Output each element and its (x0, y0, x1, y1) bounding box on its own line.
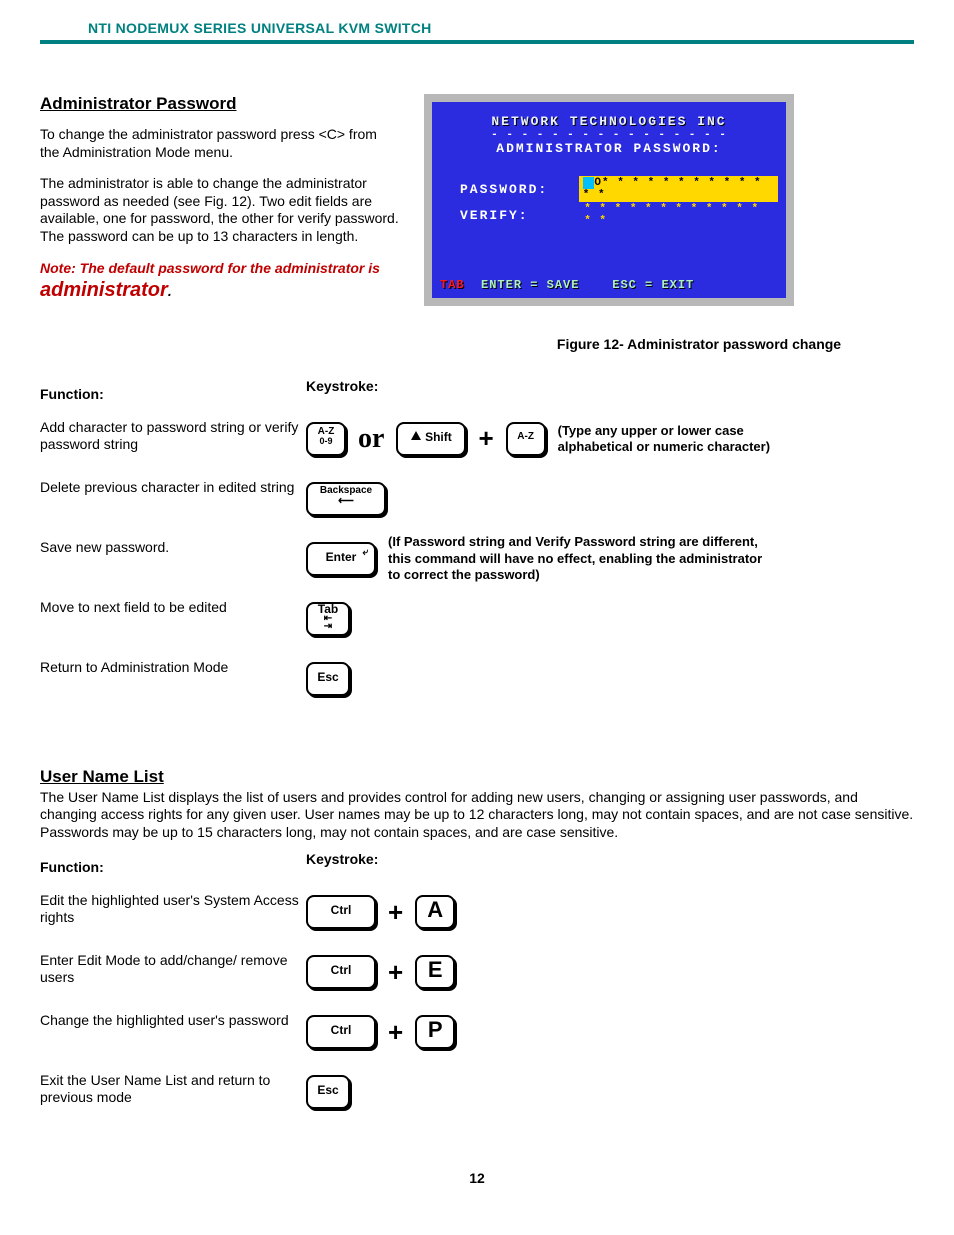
s2-func-3: Change the highlighted user's password (40, 1004, 306, 1060)
scr-verify-label: VERIFY: (460, 208, 580, 223)
s2-func-1: Edit the highlighted user's System Acces… (40, 884, 306, 940)
s1-func-3: Save new password. (40, 531, 306, 587)
scr-password-field: O* * * * * * * * * * * * * (579, 176, 778, 202)
key-az09: A-Z0-9 (306, 422, 346, 456)
page-header: NTI NODEMUX SERIES UNIVERSAL KVM SWITCH (40, 10, 914, 44)
s1-func-5: Return to Administration Mode (40, 651, 306, 707)
s1-func-1: Add character to password string or veri… (40, 411, 306, 467)
key-enter: Enter ⤶ (306, 542, 376, 576)
keystroke-heading: Keystroke: (306, 378, 914, 403)
key-a: A (415, 895, 455, 929)
s2-func-2: Enter Edit Mode to add/change/ remove us… (40, 944, 306, 1000)
s1-note-1: (Type any upper or lower case alphabetic… (558, 423, 818, 456)
screenshot-figure: NETWORK TECHNOLOGIES INC - - - - - - - -… (424, 94, 794, 306)
scr-footer-save: ENTER = SAVE (481, 278, 579, 292)
scr-footer-tab: TAB (440, 278, 465, 292)
admin-password-p2: The administrator is able to change the … (40, 175, 400, 245)
key-tab: Tab ⇤⇥ (306, 602, 350, 636)
key-ctrl-3: Ctrl (306, 1015, 376, 1049)
default-password-note: Note: The default password for the admin… (40, 259, 400, 303)
function-heading-2: Function: (40, 851, 306, 876)
key-esc-2: Esc (306, 1075, 350, 1109)
s2-func-4: Exit the User Name List and return to pr… (40, 1064, 306, 1120)
key-ctrl-2: Ctrl (306, 955, 376, 989)
scr-footer-esc: ESC = EXIT (612, 278, 694, 292)
key-az: A-Z (506, 422, 546, 456)
or-text: or (352, 423, 390, 455)
plus-e: + (382, 957, 409, 988)
key-backspace: Backspace ⟵ (306, 482, 386, 516)
plus-p: + (382, 1017, 409, 1048)
s1-note-3: (If Password string and Verify Password … (388, 534, 768, 583)
s1-func-4: Move to next field to be edited (40, 591, 306, 647)
figure-caption: Figure 12- Administrator password change (484, 336, 914, 352)
admin-password-title: Administrator Password (40, 94, 400, 114)
s1-func-2: Delete previous character in edited stri… (40, 471, 306, 527)
user-name-list-title: User Name List (40, 767, 914, 787)
plus-1: + (472, 423, 499, 454)
scr-verify-field: * * * * * * * * * * * * * * (580, 202, 778, 228)
scr-title: NETWORK TECHNOLOGIES INC (440, 114, 778, 129)
page-number: 12 (40, 1170, 914, 1186)
key-esc-1: Esc (306, 662, 350, 696)
scr-dashes: - - - - - - - - - - - - - - - - (440, 129, 778, 141)
key-e: E (415, 955, 455, 989)
key-ctrl-1: Ctrl (306, 895, 376, 929)
user-name-list-desc: The User Name List displays the list of … (40, 789, 914, 842)
function-heading: Function: (40, 378, 306, 403)
key-shift: Shift (396, 422, 466, 456)
admin-password-p1: To change the administrator password pre… (40, 126, 400, 161)
scr-password-label: PASSWORD: (460, 182, 579, 197)
plus-a: + (382, 897, 409, 928)
keystroke-heading-2: Keystroke: (306, 851, 914, 876)
key-p: P (415, 1015, 455, 1049)
scr-subtitle: ADMINISTRATOR PASSWORD: (440, 141, 778, 156)
